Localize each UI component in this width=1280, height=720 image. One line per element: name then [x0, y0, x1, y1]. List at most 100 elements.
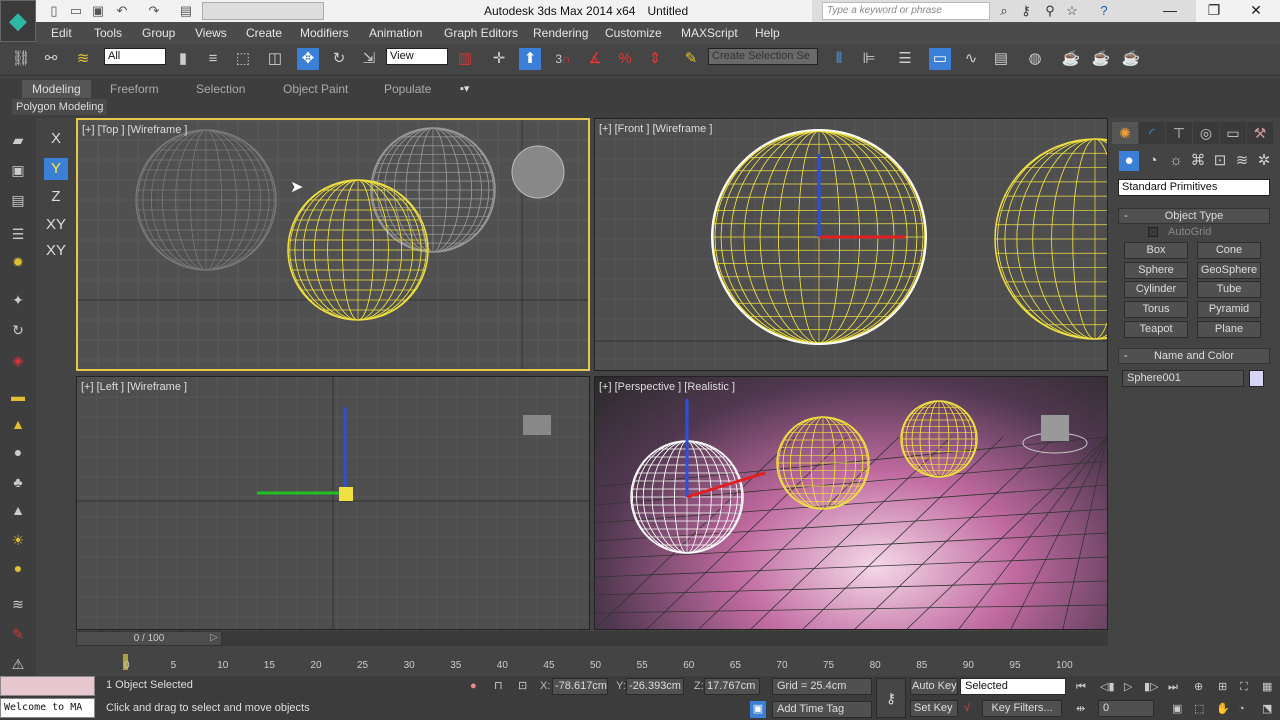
axis-constraint-z[interactable]: Z	[44, 186, 68, 208]
y-coordinate-input[interactable]: -26.393cm	[626, 678, 684, 695]
menu-edit[interactable]: Edit	[51, 26, 72, 40]
teapot-button[interactable]: Teapot	[1124, 321, 1188, 338]
autogrid-checkbox[interactable]	[1148, 227, 1158, 237]
material-editor-icon[interactable]: ◍	[1024, 48, 1046, 70]
axis-constraint-x[interactable]: X	[44, 128, 68, 150]
viewport-perspective[interactable]: [+] [Perspective ] [Realistic ]	[594, 376, 1108, 630]
cone-button[interactable]: Cone	[1197, 242, 1261, 259]
schematic-view-icon[interactable]: ▤	[990, 48, 1012, 70]
name-and-color-rollout-header[interactable]: - Name and Color	[1118, 348, 1270, 364]
percent-snap-icon[interactable]: %	[614, 48, 636, 70]
link-icon[interactable]: ⛓	[10, 48, 32, 70]
set-key-icon[interactable]: ⚷	[876, 678, 906, 718]
maximize-viewport-icon[interactable]: ⬔	[1262, 701, 1272, 717]
open-file-icon[interactable]: ▭	[68, 3, 84, 19]
viewport-label-left[interactable]: [+] [Left ] [Wireframe ]	[81, 381, 187, 393]
redo-icon[interactable]: ↷	[146, 3, 162, 19]
unlink-icon[interactable]: ⚯	[40, 48, 62, 70]
helpers-icon[interactable]: ⊡	[1210, 151, 1230, 171]
select-by-name-icon[interactable]: ≡	[202, 48, 224, 70]
menu-graph-editors[interactable]: Graph Editors	[444, 26, 518, 40]
layer-manager-icon[interactable]: ☰	[894, 48, 916, 70]
mirror-tool-icon[interactable]: ◈	[8, 350, 28, 370]
object-name-input[interactable]: Sphere001	[1122, 370, 1244, 387]
project-folder-icon[interactable]: ▤	[178, 3, 194, 19]
mirror-icon[interactable]: ⫴	[828, 48, 850, 70]
select-and-rotate-icon[interactable]: ↻	[328, 48, 350, 70]
time-slider-thumb[interactable]: 0 / 100	[76, 631, 222, 646]
tree-icon[interactable]: ♣	[8, 472, 28, 492]
viewport-front[interactable]: [+] [Front ] [Wireframe ]	[594, 118, 1108, 371]
explorer-icon[interactable]: ▤	[8, 190, 28, 210]
menu-customize[interactable]: Customize	[605, 26, 662, 40]
ribbon-tab-freeform[interactable]: Freeform	[110, 82, 159, 96]
isolate-selection-icon[interactable]: ●	[470, 678, 477, 694]
key-filters-button[interactable]: Key Filters...	[982, 700, 1062, 717]
maxscript-listener-white[interactable]: Welcome to MA	[0, 698, 95, 718]
ribbon-tab-modeling[interactable]: Modeling	[22, 80, 91, 98]
add-time-tag-button[interactable]: Add Time Tag	[772, 701, 872, 718]
geosphere-button[interactable]: GeoSphere	[1197, 262, 1261, 279]
box-primitive-icon[interactable]: ▬	[8, 386, 28, 406]
viewport-label-front[interactable]: [+] [Front ] [Wireframe ]	[599, 123, 712, 135]
zoom-icon[interactable]: ⊕	[1194, 679, 1203, 695]
close-button[interactable]: ✕	[1236, 2, 1276, 20]
systems-icon[interactable]: ✲	[1254, 151, 1274, 171]
window-crossing-icon[interactable]: ◫	[264, 48, 286, 70]
viewport-label-top[interactable]: [+] [Top ] [Wireframe ]	[82, 124, 187, 136]
menu-views[interactable]: Views	[195, 26, 227, 40]
viewport-label-perspective[interactable]: [+] [Perspective ] [Realistic ]	[599, 381, 735, 393]
list-icon[interactable]: ☰	[8, 224, 28, 244]
field-of-view-icon[interactable]: ▣	[1172, 701, 1182, 717]
previous-frame-icon[interactable]: ◁▮	[1100, 679, 1115, 695]
scene-explorer-icon[interactable]: ▭	[929, 48, 951, 70]
play-icon[interactable]: ▷	[1124, 679, 1132, 695]
align-icon[interactable]: ⊫	[858, 48, 880, 70]
cone-primitive-icon[interactable]: ▲	[8, 414, 28, 434]
space-warps-icon[interactable]: ≋	[1232, 151, 1252, 171]
key-tangent-icon[interactable]: √	[964, 700, 970, 716]
slider-next-icon[interactable]: ▷	[210, 632, 218, 644]
container-icon[interactable]: ▰	[8, 130, 28, 150]
key-mode-toggle-icon[interactable]: ⇹	[1076, 701, 1085, 717]
shapes-icon[interactable]: ◔	[1143, 151, 1163, 171]
selection-filter-dropdown[interactable]: All	[104, 48, 166, 65]
satellite-icon[interactable]: ⚲	[1042, 3, 1058, 19]
snaps-toggle-icon[interactable]: 3∩	[552, 48, 574, 70]
zoom-extents-all-icon[interactable]: ▦	[1262, 679, 1272, 695]
workspace-dropdown[interactable]: Workspace: Default	[202, 2, 324, 20]
constraint-icon[interactable]: ✦	[8, 290, 28, 310]
category-dropdown[interactable]: Standard Primitives	[1118, 179, 1270, 196]
plane-button[interactable]: Plane	[1197, 321, 1261, 338]
render-setup-icon[interactable]: ☕	[1060, 48, 1082, 70]
named-selection-dropdown[interactable]: Create Selection Se	[708, 48, 818, 65]
sphere-primitive-icon[interactable]: ●	[8, 442, 28, 462]
favorites-star-icon[interactable]: ☆	[1064, 3, 1080, 19]
pivot-center-icon[interactable]: ▥	[454, 48, 476, 70]
rotate-tool-icon[interactable]: ↻	[8, 320, 28, 340]
set-key-button[interactable]: Set Key	[910, 700, 958, 717]
tripod-icon[interactable]: ⚠	[8, 654, 28, 674]
display-tab-icon[interactable]: ▭	[1220, 122, 1246, 144]
go-to-start-icon[interactable]: ⏮	[1076, 679, 1086, 695]
object-type-rollout-header[interactable]: - Object Type	[1118, 208, 1270, 224]
modify-tab-icon[interactable]: ◜	[1139, 122, 1165, 144]
menu-tools[interactable]: Tools	[94, 26, 122, 40]
reference-coordinate-dropdown[interactable]: View	[386, 48, 448, 65]
paint-icon[interactable]: ✎	[8, 624, 28, 644]
ribbon-options-icon[interactable]: ▪▾	[460, 82, 469, 95]
select-and-scale-icon[interactable]: ⇲	[358, 48, 380, 70]
ribbon-panel-polygon-modeling[interactable]: Polygon Modeling	[12, 99, 108, 115]
menu-create[interactable]: Create	[246, 26, 282, 40]
zoom-extents-icon[interactable]: ⛶	[1240, 679, 1248, 695]
geosphere-icon[interactable]: ●	[8, 558, 28, 578]
motion-tab-icon[interactable]: ◎	[1193, 122, 1219, 144]
spinner-snap-icon[interactable]: ⇕	[644, 48, 666, 70]
viewport-top[interactable]: [+] [Top ] [Wireframe ]	[76, 118, 590, 371]
ribbon-tab-selection[interactable]: Selection	[196, 82, 245, 96]
minimize-button[interactable]: —	[1150, 2, 1190, 20]
axis-constraint-xy-cycle[interactable]: XY	[44, 240, 68, 262]
waves-icon[interactable]: ≋	[8, 594, 28, 614]
absolute-mode-icon[interactable]: ⊡	[518, 678, 527, 694]
region-zoom-icon[interactable]: ⬚	[1194, 701, 1204, 717]
